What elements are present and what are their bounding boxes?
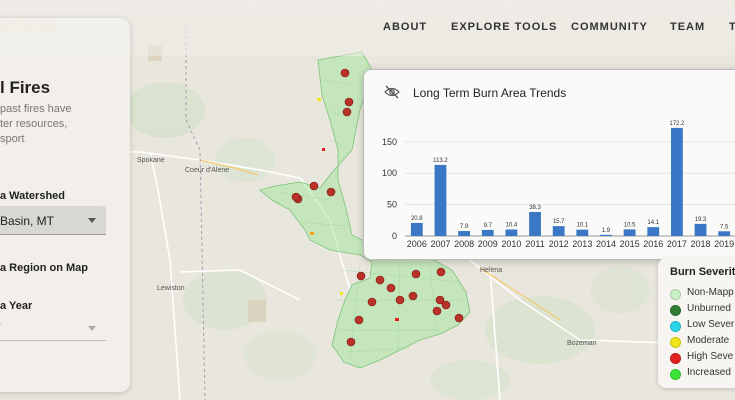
bar xyxy=(505,229,518,236)
legend-swatch xyxy=(670,353,681,364)
bar-value-label: 7.5 xyxy=(720,224,729,230)
x-tick-label: 2015 xyxy=(620,239,640,249)
bar xyxy=(481,229,494,236)
panel-title: l Fires xyxy=(0,78,51,97)
watershed-select-value: Basin, MT xyxy=(0,214,55,228)
bar-value-label: 20.8 xyxy=(411,216,423,222)
watershed-select[interactable]: Basin, MT xyxy=(0,206,106,235)
chevron-down-icon xyxy=(88,326,96,331)
bar-value-label: 19.3 xyxy=(695,217,707,223)
burn-trends-chart-panel: Long Term Burn Area Trends 0 50 100 150 20.8… xyxy=(363,69,735,260)
legend-label: Unburned xyxy=(687,303,731,314)
description-line: ter resources, xyxy=(0,118,68,130)
x-tick-label: 2011 xyxy=(525,239,544,249)
year-select[interactable]: ar xyxy=(0,316,106,341)
x-tick-label: 2010 xyxy=(501,239,521,249)
x-tick-label: 2012 xyxy=(549,239,569,249)
bar xyxy=(600,234,612,236)
legend-label: Increased xyxy=(687,367,731,378)
city-label-bozeman: Bozeman xyxy=(567,340,597,347)
legend-title: Burn Severit xyxy=(670,266,735,278)
legend-label: Low Sever xyxy=(687,319,735,330)
bar xyxy=(529,211,541,236)
bar xyxy=(647,227,660,236)
x-tick-label: 2006 xyxy=(407,239,427,249)
legend-swatch xyxy=(670,289,681,300)
bar-value-label: 10.4 xyxy=(506,222,518,228)
city-label-helena: Helena xyxy=(480,267,502,274)
bar xyxy=(576,229,589,236)
legend-swatch xyxy=(670,337,681,348)
city-label-spokane: Spokane xyxy=(137,157,165,164)
city-label-lewiston: Lewiston xyxy=(157,285,185,292)
nav-truncated[interactable]: T xyxy=(729,21,735,33)
year-select-placeholder: ar xyxy=(0,321,2,333)
x-tick-label: 2013 xyxy=(572,239,592,249)
x-tick-label: 2018 xyxy=(691,239,711,249)
x-tick-label: 2014 xyxy=(596,239,616,249)
legend-label: Moderate xyxy=(687,335,730,346)
legend-swatch xyxy=(670,305,681,316)
y-tick-label: 100 xyxy=(382,168,397,178)
legend-label: High Seve xyxy=(687,351,734,362)
bar xyxy=(623,229,636,236)
region-on-map-label[interactable]: a Region on Map xyxy=(0,262,88,274)
bar xyxy=(552,226,565,236)
x-tick-label: 2009 xyxy=(478,239,498,249)
bar xyxy=(410,222,423,236)
year-label: a Year xyxy=(0,300,33,312)
bar xyxy=(434,164,447,236)
burn-area-bar-chart: 0 50 100 150 20.8 2006 113.2 2007 7.9 2008 9.7 2009… xyxy=(382,121,735,249)
bar-value-label: 1.9 xyxy=(602,228,611,234)
bar xyxy=(670,127,683,236)
bar-value-label: 38.3 xyxy=(529,205,541,211)
nav-community[interactable]: COMMUNITY xyxy=(571,21,648,33)
legend-swatch xyxy=(670,321,681,332)
bar-value-label: 15.7 xyxy=(553,219,565,225)
y-tick-label: 150 xyxy=(382,137,397,147)
nav-team[interactable]: TEAM xyxy=(670,21,705,33)
chevron-down-icon xyxy=(88,218,96,223)
watershed-label: a Watershed xyxy=(0,190,66,202)
bar-value-label: 10.5 xyxy=(624,222,636,228)
burn-severity-legend: Burn Severit Non-Mapp Unburned Low Sever… xyxy=(658,258,735,388)
bar xyxy=(718,231,731,236)
y-tick-label: 0 xyxy=(392,231,397,241)
panel-description: past fires have ter resources, sport xyxy=(0,102,110,147)
city-label-coeur-dalene: Coeur d'Alene xyxy=(185,167,229,174)
description-line: past fires have xyxy=(0,103,72,115)
x-tick-label: 2019 xyxy=(714,239,734,249)
bar-value-label: 172.2 xyxy=(669,121,685,127)
bar-value-label: 7.9 xyxy=(460,224,469,230)
bar xyxy=(458,231,471,236)
description-line: sport xyxy=(0,133,25,145)
bar-value-label: 14.1 xyxy=(647,220,659,226)
legend-label: Non-Mapp xyxy=(687,287,734,298)
y-tick-label: 50 xyxy=(387,200,397,210)
x-tick-label: 2008 xyxy=(454,239,474,249)
bar-value-label: 113.2 xyxy=(433,158,448,164)
nav-about[interactable]: ABOUT xyxy=(383,21,427,33)
nav-explore-tools[interactable]: EXPLORE TOOLS xyxy=(451,21,557,33)
bar-value-label: 9.7 xyxy=(484,223,493,229)
bar-value-label: 10.1 xyxy=(576,223,588,229)
x-tick-label: 2017 xyxy=(667,239,687,249)
x-tick-label: 2016 xyxy=(643,239,663,249)
legend-swatch xyxy=(670,369,681,380)
bar xyxy=(694,223,707,236)
x-tick-label: 2007 xyxy=(430,239,450,249)
